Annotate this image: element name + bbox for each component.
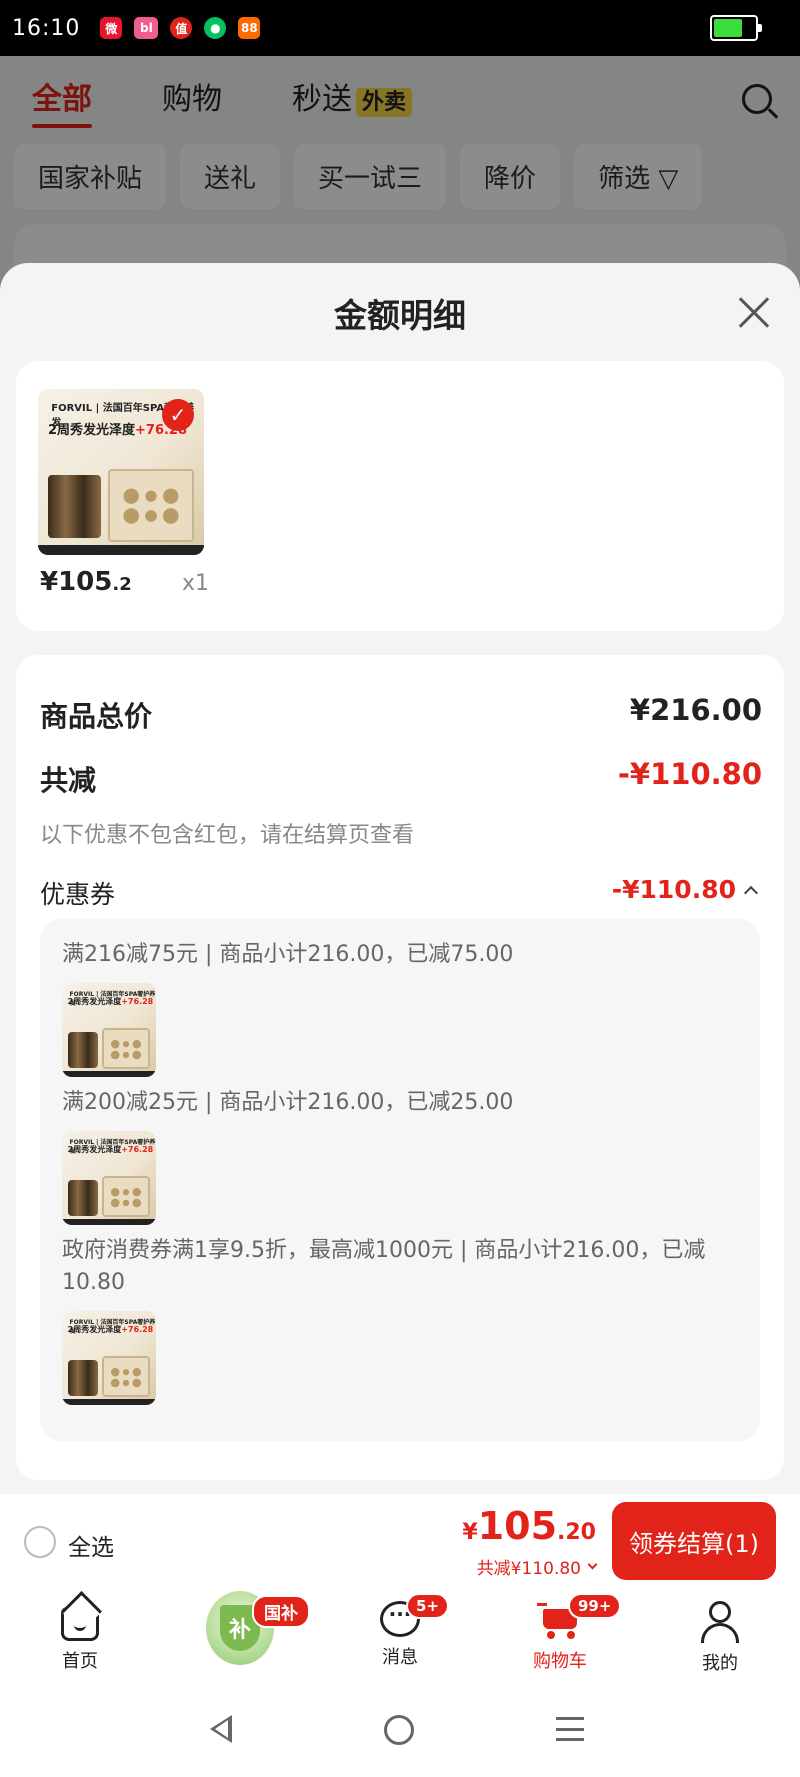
system-nav-bar — [0, 1687, 800, 1777]
product-box — [101, 1176, 151, 1218]
thumb-promo-value: +76.28 — [121, 997, 154, 1007]
thumb-promo-prefix: 2周秀发光泽度 — [67, 1325, 122, 1335]
messages-badge: 5+ — [406, 1593, 450, 1619]
bottom-nav: 首页 补 国补 5+ 消息 99+ 购物车 我的 — [0, 1589, 800, 1687]
thumb-promo-prefix: 2周秀发光泽度 — [47, 422, 135, 438]
nav-guobu[interactable]: 补 国补 — [160, 1589, 320, 1687]
thumb-promo-value: +76.28 — [121, 1325, 154, 1335]
total-value: ¥216.00 — [629, 693, 762, 727]
nav-profile-label: 我的 — [702, 1653, 738, 1674]
guobu-badge: 国补 — [252, 1595, 310, 1628]
status-time: 16:10 — [12, 15, 81, 41]
coupon-toggle[interactable]: -¥110.80 — [611, 875, 759, 904]
zhide-icon: 值 — [170, 17, 193, 39]
thumb-bar — [62, 1219, 156, 1225]
discount-hint: 以下优惠不包含红包，请在结算页查看 — [40, 823, 415, 848]
nav-cart-label: 购物车 — [533, 1651, 587, 1672]
menu-icon[interactable] — [556, 1717, 584, 1741]
nav-messages[interactable]: 5+ 消息 — [320, 1589, 480, 1687]
total-label: 商品总价 — [40, 700, 153, 733]
thumb-promo: 2周秀发光泽度+76.28 — [68, 1144, 154, 1155]
coupon-item-text: 满200减25元 | 商品小计216.00，已减25.00 — [62, 1090, 514, 1115]
thumb-bar — [38, 545, 204, 555]
product-thumbnail[interactable]: FORVIL | 法国百年SPA奢护养发 2周秀发光泽度+76.28 ✓ — [38, 389, 204, 555]
user-head — [709, 1601, 731, 1623]
sheet-title: 金额明细 — [334, 296, 466, 335]
checkout-bar: 全选 ¥105.20 共减¥110.80 领券结算(1) — [0, 1493, 800, 1589]
close-icon[interactable] — [738, 297, 770, 329]
nav-profile[interactable]: 我的 — [640, 1589, 800, 1687]
product-bottles — [47, 475, 102, 539]
status-bar: 16:10 微 bl 值 ● 88 — [0, 0, 800, 56]
product-box — [101, 1028, 151, 1070]
total-discount: 共减¥110.80 — [476, 1559, 581, 1579]
product-bottles — [67, 1359, 98, 1396]
home-icon — [61, 1607, 99, 1641]
chevron-down-icon — [587, 1559, 598, 1570]
coupon-item-thumbnail: FORVIL | 法国百年SPA奢护养发 2周秀发光泽度+76.28 — [62, 1131, 156, 1225]
coupon-item-thumbnail: FORVIL | 法国百年SPA奢护养发 2周秀发光泽度+76.28 — [62, 983, 156, 1077]
coupon-item-thumbnail: FORVIL | 法国百年SPA奢护养发 2周秀发光泽度+76.28 — [62, 1311, 156, 1405]
select-all-label[interactable]: 全选 — [68, 1528, 114, 1562]
coupon-item-text: 满216减75元 | 商品小计216.00，已减75.00 — [62, 942, 514, 967]
cart-wheel — [547, 1631, 555, 1639]
product-box — [101, 1356, 151, 1398]
total-discount-toggle[interactable]: 共减¥110.80 — [476, 1554, 598, 1579]
user-body — [701, 1623, 739, 1643]
battery-icon — [710, 15, 762, 41]
nav-home[interactable]: 首页 — [0, 1589, 160, 1687]
total-price-int: 105 — [477, 1504, 558, 1548]
summary-card: 商品总价 ¥216.00 共减 -¥110.80 以下优惠不包含红包，请在结算页… — [16, 655, 784, 1480]
thumb-bar — [62, 1071, 156, 1077]
product-qty: x1 — [182, 571, 210, 596]
coupon-label: 优惠券 — [40, 880, 116, 909]
coupon-list: 满216减75元 | 商品小计216.00，已减75.00 FORVIL | 法… — [40, 919, 760, 1441]
discount-label: 共减 — [40, 764, 97, 797]
thumb-bar — [62, 1399, 156, 1405]
back-icon[interactable] — [210, 1715, 232, 1743]
thumb-promo-value: +76.28 — [121, 1145, 154, 1155]
thumb-promo: 2周秀发光泽度+76.28 — [68, 1324, 154, 1335]
user-icon — [699, 1601, 741, 1643]
selected-check-icon[interactable]: ✓ — [162, 399, 194, 431]
cart-wheel — [567, 1631, 575, 1639]
nav-home-label: 首页 — [62, 1651, 98, 1672]
weibo-icon: 微 — [100, 17, 123, 39]
checkout-button[interactable]: 领券结算(1) — [612, 1502, 776, 1580]
product-bottles — [67, 1179, 98, 1216]
select-all-radio[interactable] — [24, 1526, 56, 1558]
wechat-icon: ● — [204, 17, 227, 39]
product-price-int: ¥105 — [40, 567, 113, 597]
chevron-up-icon — [743, 885, 759, 900]
total-price-yen: ¥ — [462, 1520, 478, 1545]
product-bottles — [67, 1031, 98, 1068]
thumb-promo-prefix: 2周秀发光泽度 — [67, 1145, 122, 1155]
coupon-value: -¥110.80 — [611, 875, 736, 904]
amount-detail-sheet: 金额明细 FORVIL | 法国百年SPA奢护养发 2周秀发光泽度+76.28 … — [0, 263, 800, 1493]
thumb-promo: 2周秀发光泽度+76.28 — [68, 996, 154, 1007]
thumb-promo-prefix: 2周秀发光泽度 — [67, 997, 122, 1007]
total-price: ¥105.20 — [462, 1504, 596, 1548]
nav-cart[interactable]: 99+ 购物车 — [480, 1589, 640, 1687]
nav-messages-label: 消息 — [382, 1647, 418, 1668]
home-circle-icon[interactable] — [384, 1715, 414, 1745]
product-card: FORVIL | 法国百年SPA奢护养发 2周秀发光泽度+76.28 ✓ ¥10… — [16, 361, 784, 631]
product-price: ¥105.2 — [40, 567, 132, 597]
coupon-item-text: 政府消费券满1享9.5折，最高减1000元 | 商品小计216.00，已减10.… — [62, 1238, 706, 1295]
product-price-dec: .2 — [112, 574, 132, 595]
cart-badge: 99+ — [568, 1593, 622, 1619]
bilibili-icon: bl — [134, 17, 159, 39]
product-box — [107, 468, 195, 542]
xiaohongshu-icon: 88 — [238, 17, 261, 39]
total-price-dec: .20 — [557, 1520, 596, 1545]
discount-value: -¥110.80 — [617, 757, 762, 791]
cart-handle — [537, 1603, 547, 1606]
